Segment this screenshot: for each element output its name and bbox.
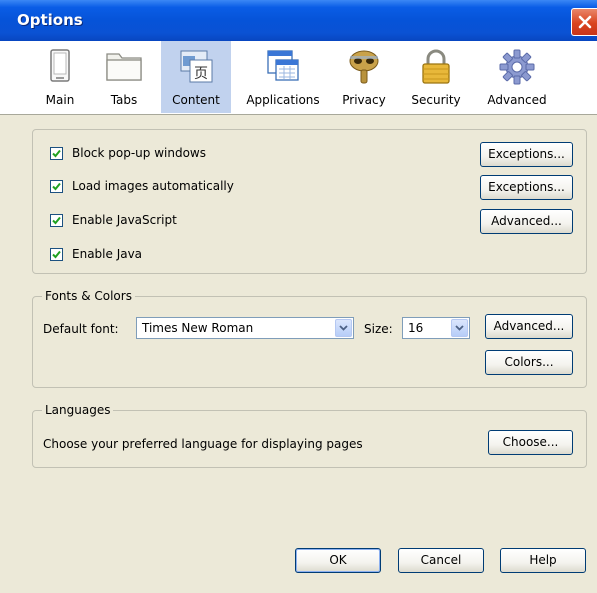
close-button[interactable] (571, 8, 597, 36)
size-label: Size: (364, 322, 393, 336)
checkmark-icon (52, 216, 61, 225)
tab-applications-label: Applications (246, 93, 320, 107)
tab-tabs[interactable]: Tabs (98, 41, 150, 113)
chevron-down-icon (455, 325, 464, 331)
font-size-select[interactable]: 16 (402, 317, 470, 339)
tab-security[interactable]: Security (406, 41, 466, 113)
javascript-checkbox[interactable] (50, 214, 63, 227)
popup-exceptions-button[interactable]: Exceptions... (480, 142, 573, 167)
chevron-down-icon (339, 325, 348, 331)
window-title: Options (17, 11, 83, 29)
javascript-advanced-button[interactable]: Advanced... (480, 209, 573, 234)
category-toolbar: Main Tabs 页 Content Applications Privacy… (0, 41, 597, 115)
cancel-button[interactable]: Cancel (398, 548, 484, 573)
colors-button[interactable]: Colors... (485, 350, 573, 375)
load-images-label: Load images automatically (72, 179, 234, 193)
choose-language-button[interactable]: Choose... (488, 430, 573, 455)
checkmark-icon (52, 149, 61, 158)
tab-privacy[interactable]: Privacy (336, 41, 392, 113)
content-options-group: Block pop-up windows Exceptions... Load … (32, 129, 587, 274)
load-images-checkbox[interactable] (50, 180, 63, 193)
block-popups-label: Block pop-up windows (72, 146, 206, 160)
font-size-value: 16 (408, 321, 424, 335)
languages-group: Languages Choose your preferred language… (32, 403, 587, 468)
default-font-label: Default font: (43, 322, 119, 336)
block-popups-checkbox[interactable] (50, 147, 63, 160)
default-font-select[interactable]: Times New Roman (136, 317, 354, 339)
font-dropdown-arrow[interactable] (335, 319, 352, 337)
fonts-advanced-button[interactable]: Advanced... (485, 314, 573, 339)
java-checkbox[interactable] (50, 248, 63, 261)
tab-content-label: Content (172, 93, 220, 107)
tab-applications[interactable]: Applications (238, 41, 328, 113)
tab-main-label: Main (45, 93, 75, 107)
fonts-colors-group: Fonts & Colors Default font: Times New R… (32, 289, 587, 388)
help-button[interactable]: Help (500, 548, 586, 573)
tab-security-label: Security (411, 93, 461, 107)
title-bar[interactable]: Options (0, 0, 597, 41)
language-description: Choose your preferred language for displ… (43, 437, 363, 451)
ok-button[interactable]: OK (295, 548, 381, 573)
checkmark-icon (52, 250, 61, 259)
tab-privacy-label: Privacy (342, 93, 386, 107)
fonts-colors-legend: Fonts & Colors (42, 289, 135, 303)
checkmark-icon (52, 182, 61, 191)
default-font-value: Times New Roman (142, 321, 254, 335)
tab-content[interactable]: 页 Content (161, 41, 231, 113)
tab-advanced[interactable]: Advanced (480, 41, 554, 113)
tab-advanced-label: Advanced (487, 93, 547, 107)
tab-tabs-label: Tabs (110, 93, 138, 107)
java-label: Enable Java (72, 247, 143, 261)
options-dialog: Options Main Tabs 页 Content Applications… (0, 0, 597, 593)
languages-legend: Languages (42, 403, 114, 417)
size-dropdown-arrow[interactable] (451, 319, 468, 337)
images-exceptions-button[interactable]: Exceptions... (480, 175, 573, 200)
javascript-label: Enable JavaScript (72, 213, 177, 227)
tab-main[interactable]: Main (36, 41, 84, 113)
svg-text:页: 页 (194, 66, 208, 82)
